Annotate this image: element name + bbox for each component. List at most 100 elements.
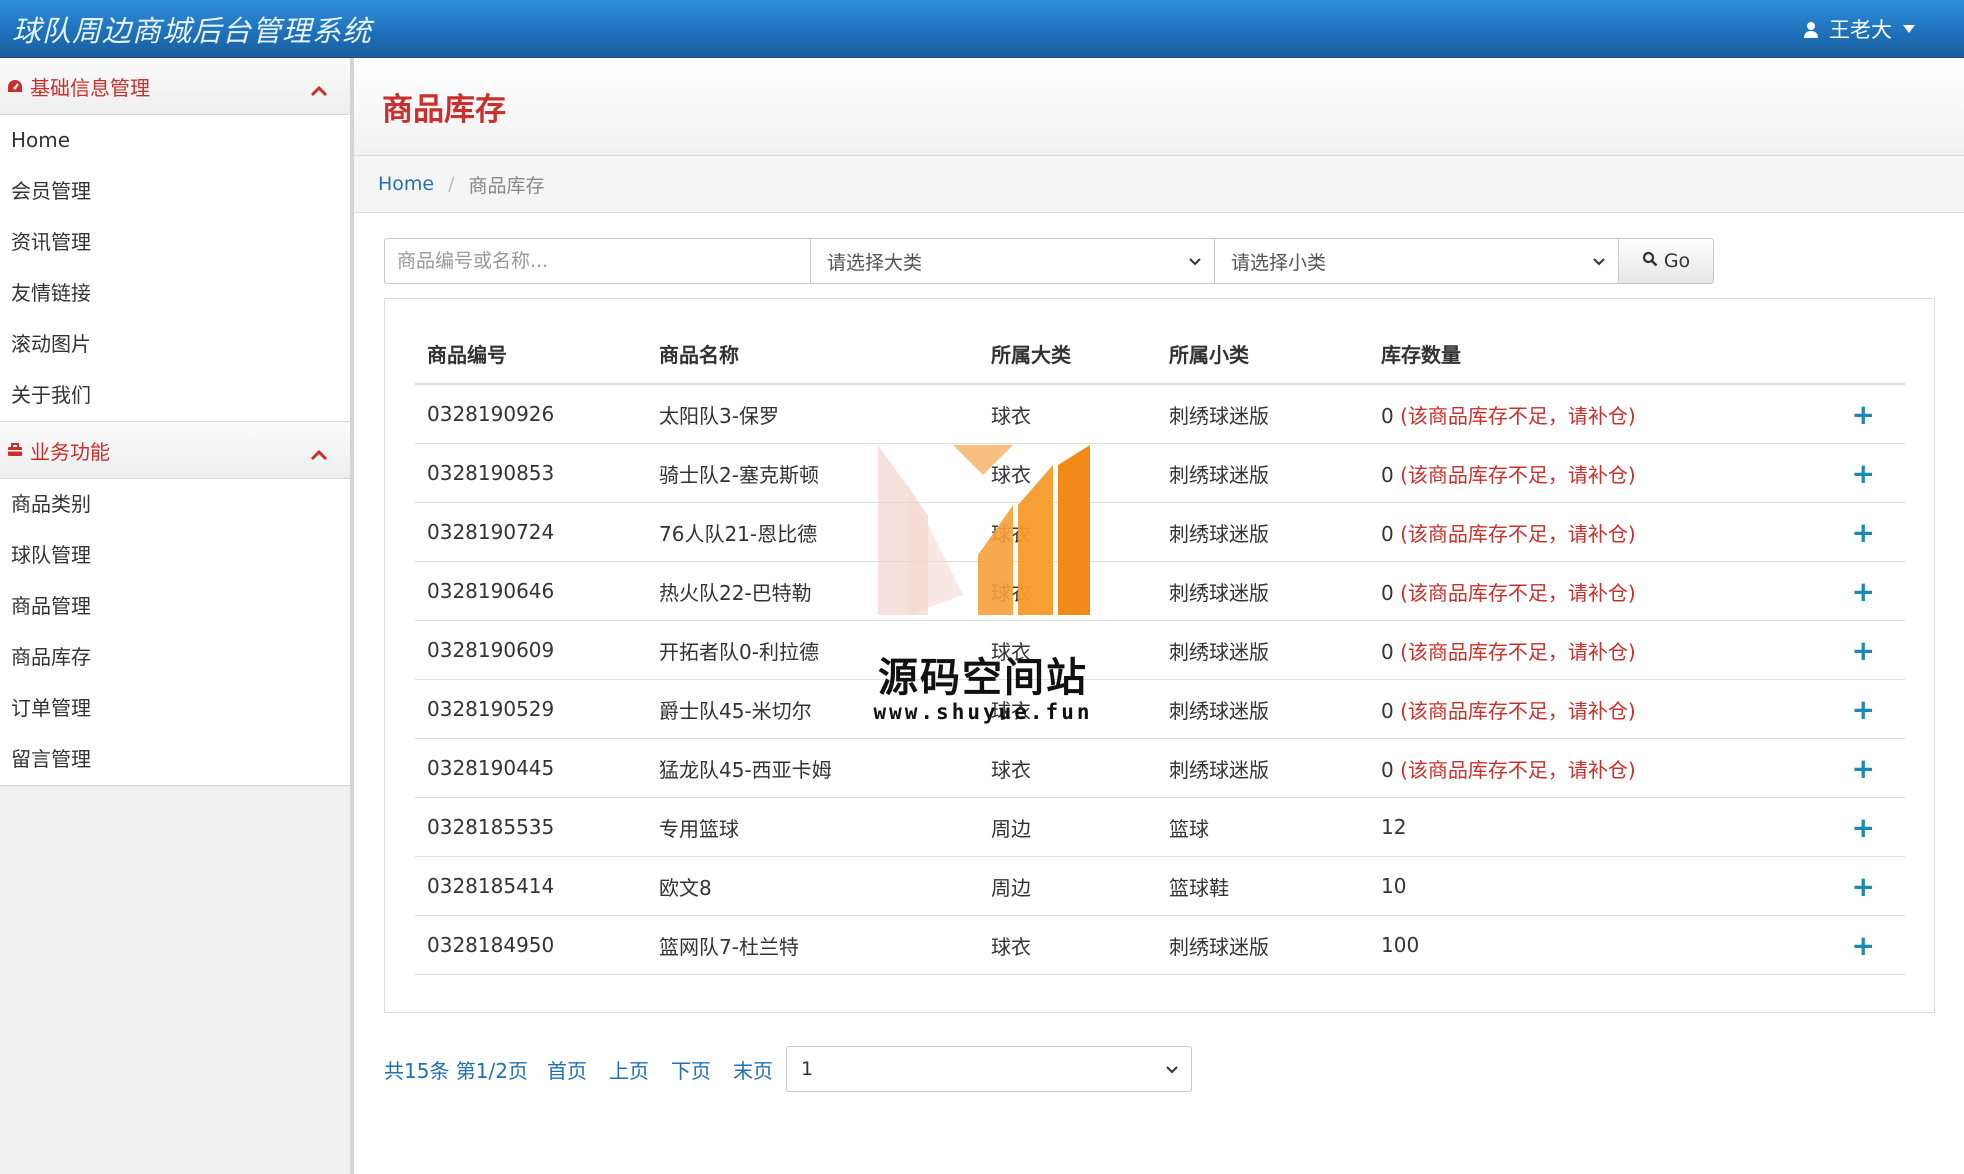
- add-stock-button[interactable]: +: [1852, 457, 1875, 490]
- cell-action: +: [1809, 915, 1905, 975]
- prev-page-link[interactable]: 上页: [609, 1055, 649, 1084]
- cell-product-id: 0328190926: [415, 384, 647, 444]
- cell-quantity: 0 (该商品库存不足，请补仓): [1369, 502, 1809, 562]
- column-header-quantity: 库存数量: [1369, 323, 1809, 385]
- sidebar-group-title: 基础信息管理: [30, 75, 150, 100]
- cell-subcategory: 刺绣球迷版: [1157, 738, 1369, 798]
- table-row: 0328190646 热火队22-巴特勒 球衣 刺绣球迷版 0 (该商品库存不足，请补仓…: [415, 561, 1905, 621]
- sidebar-group-title: 业务功能: [30, 439, 110, 464]
- low-stock-warning: (该商品库存不足，请补仓): [1400, 580, 1636, 605]
- sidebar-item-orders[interactable]: 订单管理: [0, 683, 350, 734]
- category-select-value: 请选择大类: [827, 251, 923, 274]
- sidebar-item-products[interactable]: 商品管理: [0, 581, 350, 632]
- sidebar-item-home[interactable]: Home: [0, 115, 350, 166]
- go-button-label: Go: [1663, 250, 1691, 272]
- category-select[interactable]: 请选择大类: [810, 238, 1215, 284]
- table-header-row: 商品编号 商品名称 所属大类 所属小类 库存数量: [415, 323, 1905, 385]
- cell-product-name: 爵士队45-米切尔: [647, 679, 979, 739]
- breadcrumb: Home / 商品库存: [354, 156, 1964, 213]
- sidebar-item-inventory[interactable]: 商品库存: [0, 632, 350, 683]
- next-page-link[interactable]: 下页: [671, 1055, 711, 1084]
- add-stock-button[interactable]: +: [1852, 398, 1875, 431]
- low-stock-warning: (该商品库存不足，请补仓): [1400, 639, 1636, 664]
- sidebar-item-links[interactable]: 友情链接: [0, 268, 350, 319]
- sidebar-item-teams[interactable]: 球队管理: [0, 530, 350, 581]
- cell-category: 球衣: [979, 738, 1157, 798]
- cell-product-id: 0328190724: [415, 502, 647, 562]
- low-stock-warning: (该商品库存不足，请补仓): [1400, 403, 1636, 428]
- cell-category: 周边: [979, 856, 1157, 916]
- cell-product-name: 专用篮球: [647, 797, 979, 857]
- sidebar-group-business[interactable]: 业务功能: [0, 422, 350, 479]
- caret-down-icon: [1902, 24, 1916, 34]
- quantity-value: 0: [1381, 521, 1394, 546]
- app-title: 球队周边商城后台管理系统: [12, 14, 373, 48]
- quantity-value: 0: [1381, 580, 1394, 605]
- add-stock-button[interactable]: +: [1852, 811, 1875, 844]
- sidebar-item-categories[interactable]: 商品类别: [0, 479, 350, 530]
- cell-subcategory: 刺绣球迷版: [1157, 561, 1369, 621]
- cell-action: +: [1809, 856, 1905, 916]
- sidebar-item-news[interactable]: 资讯管理: [0, 217, 350, 268]
- top-header: 球队周边商城后台管理系统 王老大: [0, 0, 1964, 58]
- cell-subcategory: 篮球: [1157, 797, 1369, 857]
- cell-category: 周边: [979, 797, 1157, 857]
- sidebar: 基础信息管理 Home 会员管理 资讯管理 友情链接 滚动图片 关于我们 业务功…: [0, 58, 354, 1174]
- chevron-down-icon: [1592, 250, 1606, 272]
- page-select[interactable]: 1: [786, 1046, 1192, 1092]
- subcategory-select[interactable]: 请选择小类: [1214, 238, 1619, 284]
- add-stock-button[interactable]: +: [1852, 575, 1875, 608]
- go-button[interactable]: Go: [1618, 238, 1714, 284]
- search-input[interactable]: [395, 249, 800, 273]
- add-stock-button[interactable]: +: [1852, 693, 1875, 726]
- cell-product-name: 欧文8: [647, 856, 979, 916]
- sidebar-item-banners[interactable]: 滚动图片: [0, 319, 350, 370]
- quantity-value: 0: [1381, 639, 1394, 664]
- sidebar-item-members[interactable]: 会员管理: [0, 166, 350, 217]
- quantity-value: 0: [1381, 757, 1394, 782]
- column-header-action: [1809, 323, 1905, 385]
- last-page-link[interactable]: 末页: [733, 1055, 773, 1084]
- breadcrumb-current: 商品库存: [468, 174, 545, 197]
- table-row: 0328190529 爵士队45-米切尔 球衣 刺绣球迷版 0 (该商品库存不足，请补仓…: [415, 679, 1905, 739]
- cell-category: 球衣: [979, 620, 1157, 680]
- chevron-down-icon: [1165, 1058, 1179, 1080]
- table-row: 0328190445 猛龙队45-西亚卡姆 球衣 刺绣球迷版 0 (该商品库存不足，请补…: [415, 738, 1905, 798]
- cell-subcategory: 刺绣球迷版: [1157, 384, 1369, 444]
- sidebar-group-basic[interactable]: 基础信息管理: [0, 58, 350, 115]
- add-stock-button[interactable]: +: [1852, 634, 1875, 667]
- add-stock-button[interactable]: +: [1852, 870, 1875, 903]
- table-row: 0328185414 欧文8 周边 篮球鞋 10 +: [415, 856, 1905, 916]
- cell-product-id: 0328190609: [415, 620, 647, 680]
- first-page-link[interactable]: 首页: [547, 1055, 587, 1084]
- add-stock-button[interactable]: +: [1852, 516, 1875, 549]
- cell-product-name: 热火队22-巴特勒: [647, 561, 979, 621]
- table-row: 0328184950 篮网队7-杜兰特 球衣 刺绣球迷版 100 +: [415, 915, 1905, 975]
- sidebar-menu-business: 商品类别 球队管理 商品管理 商品库存 订单管理 留言管理: [0, 479, 350, 786]
- sidebar-menu-basic: Home 会员管理 资讯管理 友情链接 滚动图片 关于我们: [0, 115, 350, 422]
- cell-action: +: [1809, 443, 1905, 503]
- inventory-table: 商品编号 商品名称 所属大类 所属小类 库存数量 0328190926 太阳队3-…: [415, 323, 1905, 975]
- chevron-up-icon[interactable]: [310, 442, 328, 466]
- cell-subcategory: 刺绣球迷版: [1157, 443, 1369, 503]
- user-menu[interactable]: 王老大: [1803, 14, 1916, 44]
- search-icon: [1642, 250, 1658, 272]
- pagination-info: 共15条 第1/2页: [384, 1058, 528, 1083]
- cell-subcategory: 刺绣球迷版: [1157, 915, 1369, 975]
- low-stock-warning: (该商品库存不足，请补仓): [1400, 462, 1636, 487]
- table-row: 0328190853 骑士队2-塞克斯顿 球衣 刺绣球迷版 0 (该商品库存不足，请补仓…: [415, 443, 1905, 503]
- chevron-up-icon[interactable]: [310, 78, 328, 102]
- cell-category: 球衣: [979, 915, 1157, 975]
- add-stock-button[interactable]: +: [1852, 752, 1875, 785]
- breadcrumb-home-link[interactable]: Home: [378, 173, 434, 195]
- user-icon: [1803, 21, 1819, 38]
- cell-product-name: 篮网队7-杜兰特: [647, 915, 979, 975]
- sidebar-item-about[interactable]: 关于我们: [0, 370, 350, 421]
- add-stock-button[interactable]: +: [1852, 929, 1875, 962]
- cell-action: +: [1809, 797, 1905, 857]
- cell-quantity: 0 (该商品库存不足，请补仓): [1369, 384, 1809, 444]
- cell-subcategory: 刺绣球迷版: [1157, 679, 1369, 739]
- quantity-value: 0: [1381, 462, 1394, 487]
- filter-bar: 请选择大类 请选择小类 Go: [384, 238, 1714, 284]
- sidebar-item-messages[interactable]: 留言管理: [0, 734, 350, 785]
